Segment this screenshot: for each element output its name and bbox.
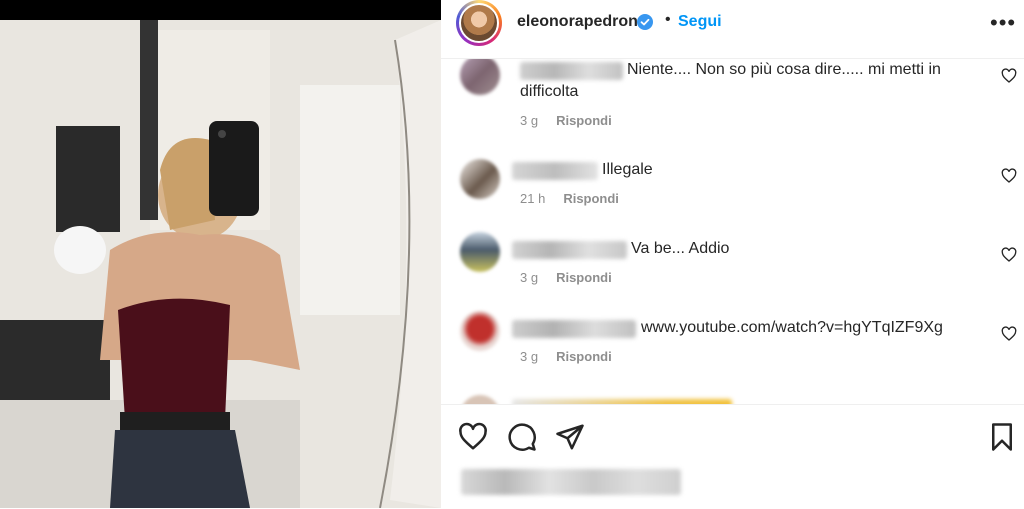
comment-item: Illegale 21 h Rispondi — [441, 159, 1024, 219]
comment-meta: 3 g Rispondi — [520, 349, 612, 364]
post-actions-bar — [441, 404, 1024, 509]
post-photo[interactable] — [0, 0, 441, 508]
author-avatar-ring[interactable] — [456, 0, 502, 46]
commenter-avatar[interactable] — [460, 159, 500, 199]
comment-like-heart-icon[interactable] — [1001, 247, 1017, 263]
comment-meta: 3 g Rispondi — [520, 270, 612, 285]
reply-button[interactable]: Rispondi — [563, 191, 619, 206]
comment-like-heart-icon[interactable] — [1001, 326, 1017, 342]
comment-text-continued: difficolta — [520, 83, 579, 100]
comment-like-heart-icon[interactable] — [1001, 68, 1017, 84]
commenter-avatar[interactable] — [460, 395, 500, 404]
header-separator: • — [665, 11, 671, 28]
comment-time: 3 g — [520, 349, 539, 364]
commenter-username-blurred[interactable] — [512, 241, 627, 259]
comment-time: 3 g — [520, 270, 539, 285]
reply-button[interactable]: Rispondi — [556, 349, 612, 364]
reply-button[interactable]: Rispondi — [556, 113, 612, 128]
commenter-avatar[interactable] — [460, 232, 500, 272]
comments-list[interactable]: Niente.... Non so più cosa dire..... mi … — [441, 59, 1024, 404]
comment-text: Illegale — [602, 161, 653, 178]
comment-item: Va be... Addio 3 g Rispondi — [441, 232, 1024, 298]
commenter-username-blurred[interactable] — [512, 320, 636, 338]
commenter-avatar[interactable] — [460, 311, 500, 351]
share-icon[interactable] — [555, 422, 585, 452]
comment-time: 3 g — [520, 113, 539, 128]
comment-text: Va be... Addio — [631, 240, 730, 257]
reply-button[interactable]: Rispondi — [556, 270, 612, 285]
author-username[interactable]: eleonorapedron — [517, 13, 638, 31]
comment-like-heart-icon[interactable] — [1001, 168, 1017, 184]
comment-icon[interactable] — [507, 422, 537, 452]
likes-count-blurred[interactable] — [461, 469, 681, 495]
comment-meta: 3 g Rispondi — [520, 113, 612, 128]
commenter-username-blurred[interactable] — [520, 62, 623, 80]
comment-text: www.youtube.com/watch?v=hgYTqIZF9Xg — [641, 319, 943, 336]
follow-button[interactable]: Segui — [678, 13, 722, 31]
post-panel: eleonorapedron • Segui ••• Niente.... No… — [441, 0, 1024, 508]
comment-item-partial — [441, 395, 1024, 404]
mirror-selfie-image — [0, 0, 441, 508]
post-header: eleonorapedron • Segui ••• — [441, 0, 1024, 59]
more-options-icon[interactable]: ••• — [990, 10, 1016, 36]
comment-item: www.youtube.com/watch?v=hgYTqIZF9Xg 3 g R… — [441, 311, 1024, 377]
comment-meta: 21 h Rispondi — [520, 191, 619, 206]
comment-item: Niente.... Non so più cosa dire..... mi … — [441, 59, 1024, 139]
bookmark-icon[interactable] — [987, 422, 1017, 452]
comment-text: Niente.... Non so più cosa dire..... mi … — [627, 61, 941, 78]
author-avatar[interactable] — [459, 3, 499, 43]
commenter-username-blurred[interactable] — [512, 162, 598, 180]
comment-time: 21 h — [520, 191, 546, 206]
commenter-avatar[interactable] — [460, 59, 500, 95]
heart-icon[interactable] — [458, 422, 488, 452]
verified-badge-icon — [637, 14, 653, 30]
